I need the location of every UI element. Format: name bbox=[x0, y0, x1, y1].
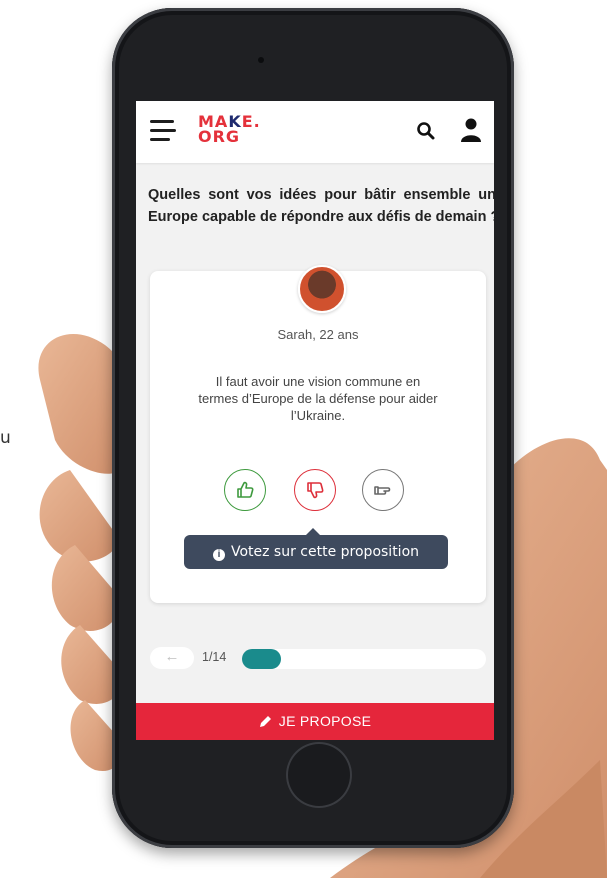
user-icon[interactable] bbox=[460, 117, 482, 143]
progress-row: ← 1/14 bbox=[150, 647, 486, 669]
side-text: u bbox=[0, 428, 11, 448]
pencil-icon bbox=[259, 716, 271, 727]
progress-counter: 1/14 bbox=[202, 650, 227, 664]
vote-disagree-button[interactable] bbox=[294, 469, 336, 511]
neutral-hand-icon bbox=[374, 486, 391, 495]
proposal-text: Il faut avoir une vision commune en term… bbox=[198, 374, 438, 423]
proposal-author: Sarah, 22 ans bbox=[277, 327, 359, 342]
progress-bar-fill bbox=[242, 649, 282, 669]
menu-icon[interactable] bbox=[150, 120, 176, 142]
search-icon[interactable] bbox=[416, 121, 436, 141]
camera-dot bbox=[258, 57, 264, 63]
consultation-question: Quelles sont vos idées pour bâtir ensemb… bbox=[148, 187, 494, 225]
previous-button[interactable]: ← bbox=[150, 647, 194, 669]
app-screen: MAKE. ORG Quelles sont vos idées pour bâ… bbox=[136, 101, 494, 740]
vote-tooltip: i Votez sur cette proposition bbox=[184, 528, 448, 569]
home-button[interactable] bbox=[286, 742, 352, 808]
thumb-down-icon bbox=[307, 482, 324, 499]
propose-button[interactable]: JE PROPOSE bbox=[136, 703, 494, 740]
arrow-left-icon: ← bbox=[164, 648, 180, 665]
proposal-card: Sarah, 22 ans Il faut avoir une vision c… bbox=[150, 265, 486, 603]
info-icon: i bbox=[212, 549, 225, 561]
progress-bar bbox=[242, 649, 486, 669]
vote-agree-button[interactable] bbox=[224, 469, 266, 511]
avatar bbox=[298, 265, 346, 313]
make-org-logo[interactable]: MAKE. ORG bbox=[198, 114, 261, 145]
vote-neutral-button[interactable] bbox=[362, 469, 404, 511]
top-bar: MAKE. ORG bbox=[136, 101, 494, 163]
thumb-up-icon bbox=[237, 481, 254, 498]
